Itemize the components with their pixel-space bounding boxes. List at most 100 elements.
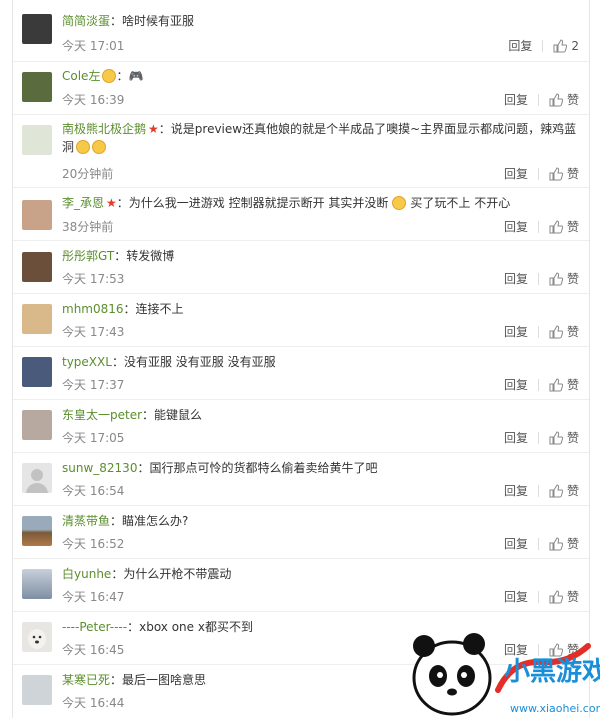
divider xyxy=(537,272,539,285)
comment-text: ：国行那点可怜的货都特么偷着卖给黄牛了吧 xyxy=(137,461,378,475)
like-button[interactable]: 2 xyxy=(553,39,579,53)
comment-text: ：瞄准怎么办? xyxy=(110,514,189,528)
like-count: 赞 xyxy=(566,167,579,181)
reply-button[interactable]: 回复 xyxy=(504,376,528,393)
like-button[interactable]: 赞 xyxy=(549,91,579,108)
username-link[interactable]: 东皇太一peter xyxy=(62,408,142,422)
comment-text-continued: 买了玩不上 不开心 xyxy=(410,196,511,210)
username-link[interactable]: ----Peter---- xyxy=(62,620,127,634)
like-button[interactable]: 赞 xyxy=(549,323,579,340)
like-button[interactable]: 赞 xyxy=(549,429,579,446)
like-count: 赞 xyxy=(566,537,579,551)
reply-button[interactable]: 回复 xyxy=(504,270,528,287)
username-link[interactable]: 南极熊北极企鹅 xyxy=(62,122,146,136)
avatar[interactable] xyxy=(22,463,52,493)
avatar[interactable] xyxy=(22,72,52,102)
comment-text-continued: 洞 xyxy=(62,140,75,154)
star-badge-icon: ★ xyxy=(106,196,117,210)
avatar[interactable] xyxy=(22,569,52,599)
timestamp: 今天 16:44 xyxy=(62,696,125,710)
avatar[interactable] xyxy=(22,516,52,546)
comment-list: 简简淡蛋：啥时候有亚服 今天 17:01 回复 2 Cole左 ：🎮 今天 16:… xyxy=(12,0,590,718)
gamepad-icon: 🎮 xyxy=(128,69,144,83)
thumbs-up-icon xyxy=(553,38,568,52)
username-link[interactable]: mhm0816 xyxy=(62,302,124,316)
like-button[interactable]: 赞 xyxy=(549,165,579,182)
like-button[interactable]: 赞 xyxy=(549,535,579,552)
thumbs-up-icon xyxy=(549,219,563,233)
username-link[interactable]: 李_承恩 xyxy=(62,196,104,210)
username-link[interactable]: 某寒已死 xyxy=(62,673,110,687)
reply-button[interactable]: 回复 xyxy=(504,482,528,499)
comment-text: ：能键鼠么 xyxy=(142,408,203,422)
avatar[interactable] xyxy=(22,252,52,282)
thumbs-up-icon xyxy=(549,324,563,338)
like-button[interactable]: 赞 xyxy=(549,588,579,605)
thumbs-up-icon xyxy=(549,536,563,550)
thumbs-up-icon xyxy=(549,166,563,180)
avatar[interactable] xyxy=(22,200,52,230)
like-button[interactable]: 赞 xyxy=(549,270,579,287)
thumbs-up-icon xyxy=(549,271,563,285)
timestamp: 今天 17:01 xyxy=(62,39,125,53)
username-link[interactable]: Cole左 xyxy=(62,69,100,83)
like-button[interactable]: 赞 xyxy=(549,376,579,393)
comment-text: ：为什么我一进游戏 控制器就提示断开 其实并没断 xyxy=(116,196,389,210)
like-count: 赞 xyxy=(566,484,579,498)
divider xyxy=(537,93,539,106)
divider xyxy=(537,484,539,497)
avatar[interactable] xyxy=(22,357,52,387)
divider xyxy=(537,431,539,444)
panda-logo-icon: 小黑游戏 www.xiaohei.com xyxy=(412,633,600,716)
avatar[interactable] xyxy=(22,304,52,334)
reply-button[interactable]: 回复 xyxy=(504,323,528,340)
avatar[interactable] xyxy=(22,622,52,652)
emoji-icon xyxy=(392,196,407,210)
reply-button[interactable]: 回复 xyxy=(508,37,532,54)
comment-item: Cole左 ：🎮 今天 16:39 回复 赞 xyxy=(13,62,589,115)
thumbs-up-icon xyxy=(549,430,563,444)
divider xyxy=(537,537,539,550)
like-button[interactable]: 赞 xyxy=(549,218,579,235)
like-count: 赞 xyxy=(566,93,579,107)
reply-button[interactable]: 回复 xyxy=(504,588,528,605)
timestamp: 今天 17:43 xyxy=(62,325,125,339)
comment-item: 清蒸带鱼：瞄准怎么办? 今天 16:52 回复 赞 xyxy=(13,506,589,559)
reply-button[interactable]: 回复 xyxy=(504,218,528,235)
reply-button[interactable]: 回复 xyxy=(504,535,528,552)
comment-text: ：为什么开枪不带震动 xyxy=(111,567,232,581)
like-button[interactable]: 赞 xyxy=(549,482,579,499)
comment-text: ：没有亚服 没有亚服 没有亚服 xyxy=(111,355,276,369)
timestamp: 今天 16:45 xyxy=(62,643,125,657)
username-link[interactable]: 清蒸带鱼 xyxy=(62,514,110,528)
reply-button[interactable]: 回复 xyxy=(504,165,528,182)
divider xyxy=(542,39,544,52)
like-count: 赞 xyxy=(566,272,579,286)
reply-button[interactable]: 回复 xyxy=(504,91,528,108)
default-avatar-icon xyxy=(26,469,48,493)
comment-text: ：转发微博 xyxy=(114,249,175,263)
reply-button[interactable]: 回复 xyxy=(504,429,528,446)
comment-item: typeXXL：没有亚服 没有亚服 没有亚服 今天 17:37 回复 赞 xyxy=(13,347,589,400)
like-count: 赞 xyxy=(566,590,579,604)
avatar[interactable] xyxy=(22,125,52,155)
thumbs-up-icon xyxy=(549,483,563,497)
username-link[interactable]: 白yunhe xyxy=(62,567,111,581)
username-link[interactable]: 简简淡蛋 xyxy=(62,14,110,28)
emoji-icon xyxy=(76,140,91,154)
username-link[interactable]: sunw_82130 xyxy=(62,461,137,475)
username-link[interactable]: typeXXL xyxy=(62,355,112,369)
timestamp: 今天 17:37 xyxy=(62,378,125,392)
timestamp: 今天 16:52 xyxy=(62,537,125,551)
like-count: 赞 xyxy=(566,431,579,445)
timestamp: 今天 16:47 xyxy=(62,590,125,604)
divider xyxy=(537,220,539,233)
thumbs-up-icon xyxy=(549,377,563,391)
site-watermark-logo: 小黑游戏 www.xiaohei.com xyxy=(402,620,600,718)
avatar[interactable] xyxy=(22,14,52,44)
timestamp: 今天 16:54 xyxy=(62,484,125,498)
avatar[interactable] xyxy=(22,675,52,705)
comment-text: ：xbox one x都买不到 xyxy=(127,620,253,634)
username-link[interactable]: 彤彤郭GT xyxy=(62,249,114,263)
avatar[interactable] xyxy=(22,410,52,440)
